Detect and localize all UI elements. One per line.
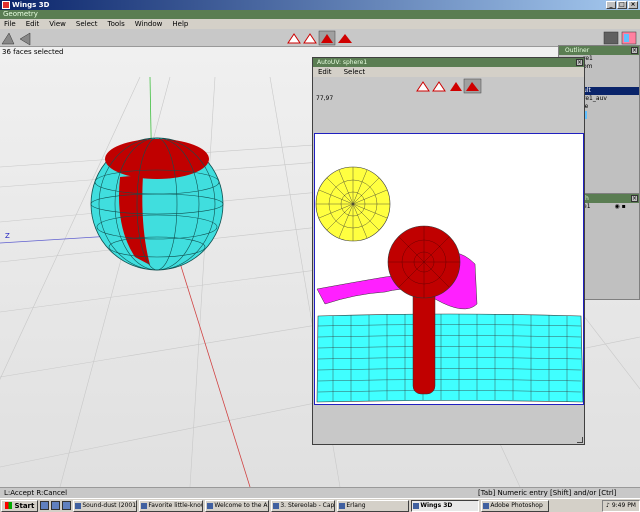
minimize-button[interactable]: _: [606, 1, 616, 9]
uv-island-cyan-grid[interactable]: [316, 313, 584, 403]
quicklaunch-desktop-icon[interactable]: [51, 501, 61, 510]
uv-vertex-mode-icon[interactable]: [416, 81, 430, 92]
uv-canvas[interactable]: [314, 133, 584, 405]
autouv-menu-edit[interactable]: Edit: [318, 67, 332, 77]
wings-app-icon: [2, 1, 10, 9]
status-bar: L:Accept R:Cancel [Tab] Numeric entry [S…: [0, 487, 640, 508]
outliner-item[interactable]: re1: [583, 55, 639, 63]
selection-status: 36 faces selected: [2, 48, 64, 56]
mode-label: Geometry: [3, 10, 38, 18]
edge-mode-icon[interactable]: [303, 33, 317, 44]
menu-edit[interactable]: Edit: [26, 19, 40, 29]
outliner-item[interactable]: [583, 71, 639, 79]
x-axis-line: [174, 246, 251, 487]
uv-coord-readout: 77,97: [316, 95, 334, 102]
uv-islands: [315, 166, 584, 403]
view-nav-icon[interactable]: [1, 32, 15, 45]
clock: 9:49 PM: [611, 501, 636, 509]
menu-window[interactable]: Window: [135, 19, 163, 29]
outliner-item[interactable]: re1_auv: [583, 95, 639, 103]
autouv-resize-grip[interactable]: [577, 437, 583, 443]
task-item[interactable]: 3. Stereolab - Capt...: [271, 499, 336, 512]
autouv-titlebar: AutoUV: sphere1 ×: [313, 58, 584, 67]
lock-icon[interactable]: ▪: [622, 203, 626, 210]
view-rotate-icon[interactable]: [19, 32, 31, 46]
window-title: Wings 3D: [12, 1, 50, 9]
system-tray: ♪ 9:49 PM: [601, 499, 640, 512]
task-item[interactable]: Welcome to the Art ...: [205, 499, 270, 512]
z-axis-label: Z: [5, 232, 10, 240]
autouv-close-button[interactable]: ×: [576, 59, 583, 66]
face-mode-icon[interactable]: [318, 30, 336, 46]
task-item-active[interactable]: Wings 3D: [411, 499, 480, 512]
outliner-item[interactable]: om: [583, 63, 639, 71]
uv-face-mode-icon[interactable]: [450, 82, 462, 91]
close-button[interactable]: ×: [628, 1, 638, 9]
sphere-object[interactable]: [90, 137, 224, 271]
task-item[interactable]: Sound-dust (2001): [73, 499, 138, 512]
start-button[interactable]: Start: [1, 499, 39, 512]
smooth-toggle-icon[interactable]: [621, 31, 637, 45]
windows-taskbar: Start Sound-dust (2001) Favorite little-…: [0, 498, 640, 512]
task-item[interactable]: Adobe Photoshop: [481, 499, 550, 512]
menu-select[interactable]: Select: [76, 19, 98, 29]
toolbar-icons: [1, 30, 637, 46]
windows-logo-icon: [5, 502, 12, 509]
wireframe-toggle-icon[interactable]: [603, 31, 619, 45]
window-controls: _ □ ×: [606, 1, 638, 9]
menu-view[interactable]: View: [49, 19, 66, 29]
autouv-window: AutoUV: sphere1 × Edit Select 77,97: [312, 57, 585, 445]
graph-close-button[interactable]: ×: [631, 195, 638, 202]
vertex-mode-icon[interactable]: [287, 33, 301, 44]
main-menubar: File Edit View Select Tools Window Help: [0, 19, 640, 29]
autouv-toolbar: [313, 77, 584, 95]
tray-volume-icon[interactable]: ♪: [606, 501, 610, 511]
status-left: L:Accept R:Cancel: [4, 489, 68, 497]
eye-icon[interactable]: ◉: [614, 203, 619, 210]
main-toolbar: [0, 29, 640, 47]
outliner-item-selected[interactable]: ult: [583, 87, 639, 95]
autouv-menubar: Edit Select: [313, 67, 584, 77]
outliner-item[interactable]: [583, 79, 639, 87]
task-item[interactable]: Favorite little-know...: [139, 499, 204, 512]
uv-island-yellow-cap[interactable]: [315, 166, 391, 242]
menu-tools[interactable]: Tools: [108, 19, 125, 29]
quicklaunch-ie-icon[interactable]: [40, 501, 50, 510]
menu-help[interactable]: Help: [172, 19, 188, 29]
body-mode-icon[interactable]: [338, 34, 352, 43]
menu-file[interactable]: File: [4, 19, 16, 29]
quicklaunch-folder-icon[interactable]: [62, 501, 72, 510]
autouv-tool-icons: [416, 78, 482, 94]
task-item[interactable]: Erlang: [337, 499, 410, 512]
outliner-close-button[interactable]: ×: [631, 47, 638, 54]
outliner-item[interactable]: ie: [583, 103, 639, 111]
autouv-menu-select[interactable]: Select: [344, 67, 366, 77]
window-titlebar: Wings 3D _ □ ×: [0, 0, 640, 10]
uv-edge-mode-icon[interactable]: [432, 81, 446, 92]
uv-body-mode-icon[interactable]: [463, 78, 482, 94]
geometry-mode-bar: Geometry: [0, 10, 640, 19]
maximize-button[interactable]: □: [617, 1, 627, 9]
outliner-title: Outliner ×: [559, 46, 639, 55]
